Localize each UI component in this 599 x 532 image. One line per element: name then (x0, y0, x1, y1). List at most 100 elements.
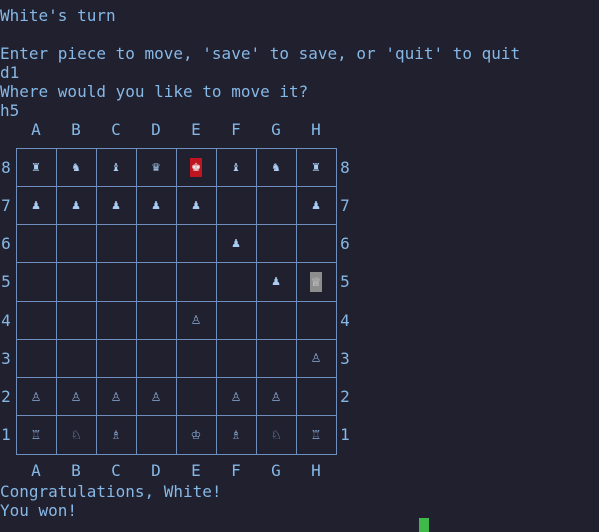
chess-piece: ♙ (190, 313, 202, 328)
chess-piece: ♟ (271, 275, 281, 289)
square-g3 (255, 338, 297, 378)
chess-piece: ♟ (231, 237, 241, 251)
chess-piece: ♟ (151, 198, 161, 212)
square-h5: ♕ (295, 262, 337, 302)
square-g1: ♘ (255, 415, 297, 455)
chess-piece: ♟ (111, 198, 121, 212)
square-g4 (255, 300, 297, 340)
square-h3: ♙ (295, 338, 337, 378)
row-label: 6 (1, 234, 11, 254)
square-e6 (175, 224, 217, 264)
chess-piece: ♜ (31, 160, 41, 174)
square-e8: ♚ (175, 147, 217, 187)
row-label: 1 (340, 425, 350, 445)
square-d4 (135, 300, 177, 340)
square-e2 (175, 377, 217, 417)
row-label: 4 (340, 310, 350, 330)
column-label: C (111, 461, 121, 480)
chess-piece: ♙ (150, 389, 162, 404)
input-from-square: d1 (0, 63, 20, 82)
column-label: F (231, 120, 241, 139)
chess-piece: ♟ (191, 198, 201, 212)
column-label: B (71, 461, 81, 480)
square-a6 (15, 224, 57, 264)
square-d6 (135, 224, 177, 264)
square-c2: ♙ (95, 377, 137, 417)
square-f8: ♝ (215, 147, 257, 187)
square-c7: ♟ (95, 185, 137, 225)
square-b4 (55, 300, 97, 340)
chess-piece: ♔ (190, 427, 202, 442)
column-label: A (31, 120, 41, 139)
square-d8: ♛ (135, 147, 177, 187)
chess-piece: ♙ (270, 389, 282, 404)
column-label: H (311, 120, 321, 139)
chess-piece: ♟ (311, 198, 321, 212)
chess-piece: ♗ (230, 427, 242, 442)
chess-piece: ♛ (151, 160, 161, 174)
chess-piece: ♝ (111, 160, 121, 174)
row-label: 4 (1, 310, 11, 330)
square-a1: ♖ (15, 415, 57, 455)
column-label: D (151, 461, 161, 480)
move-prompt-line: Enter piece to move, 'save' to save, or … (0, 44, 521, 63)
square-a3 (15, 338, 57, 378)
chess-piece: ♕ (309, 271, 323, 292)
square-c1: ♗ (95, 415, 137, 455)
row-label: 3 (340, 348, 350, 368)
column-label: B (71, 120, 81, 139)
square-e4: ♙ (175, 300, 217, 340)
square-f2: ♙ (215, 377, 257, 417)
square-c5 (95, 262, 137, 302)
square-h2 (295, 377, 337, 417)
square-g5: ♟ (255, 262, 297, 302)
square-b5 (55, 262, 97, 302)
square-h4 (295, 300, 337, 340)
square-g8: ♞ (255, 147, 297, 187)
chess-piece: ♖ (30, 427, 42, 442)
square-f3 (215, 338, 257, 378)
square-b7: ♟ (55, 185, 97, 225)
square-d1 (135, 415, 177, 455)
square-a5 (15, 262, 57, 302)
column-label: E (191, 120, 201, 139)
square-a8: ♜ (15, 147, 57, 187)
chess-piece: ♞ (271, 160, 281, 174)
chess-piece: ♞ (71, 160, 81, 174)
destination-prompt: Where would you like to move it? (0, 82, 309, 101)
square-e3 (175, 338, 217, 378)
square-b2: ♙ (55, 377, 97, 417)
chess-piece: ♗ (110, 427, 122, 442)
square-c6 (95, 224, 137, 264)
square-h8: ♜ (295, 147, 337, 187)
column-label: E (191, 461, 201, 480)
column-label: D (151, 120, 161, 139)
chess-piece: ♙ (110, 389, 122, 404)
chess-piece: ♜ (311, 160, 321, 174)
square-h1: ♖ (295, 415, 337, 455)
square-h6 (295, 224, 337, 264)
chess-board: ♜ ♞ ♝ ♛ ♚ ♝ ♞ ♜ ♟ ♟ ♟ ♟ ♟ ♟ ♟ ♟ ♕ ♙ ♙ ♙ ♙ ♙ ♙ ♙ ♙ ♖ ♘ ♗ ♔ ♗ ♘ ♖ (15, 147, 337, 455)
row-label: 2 (1, 387, 11, 407)
square-g7 (255, 185, 297, 225)
terminal-cursor[interactable] (419, 518, 429, 532)
row-label: 3 (1, 348, 11, 368)
turn-indicator: White's turn (0, 6, 116, 25)
square-c3 (95, 338, 137, 378)
column-label: C (111, 120, 121, 139)
column-label: A (31, 461, 41, 480)
congratulations-message: Congratulations, White! (0, 482, 222, 501)
column-label: H (311, 461, 321, 480)
chess-piece: ♟ (71, 198, 81, 212)
chess-piece: ♚ (190, 157, 202, 177)
win-message: You won! (0, 501, 78, 520)
input-to-square: h5 (0, 101, 20, 120)
square-f1: ♗ (215, 415, 257, 455)
square-d7: ♟ (135, 185, 177, 225)
square-b6 (55, 224, 97, 264)
column-label: G (271, 120, 281, 139)
row-label: 6 (340, 234, 350, 254)
chess-piece: ♙ (30, 389, 42, 404)
chess-piece: ♙ (310, 351, 322, 366)
row-label: 5 (1, 272, 11, 292)
